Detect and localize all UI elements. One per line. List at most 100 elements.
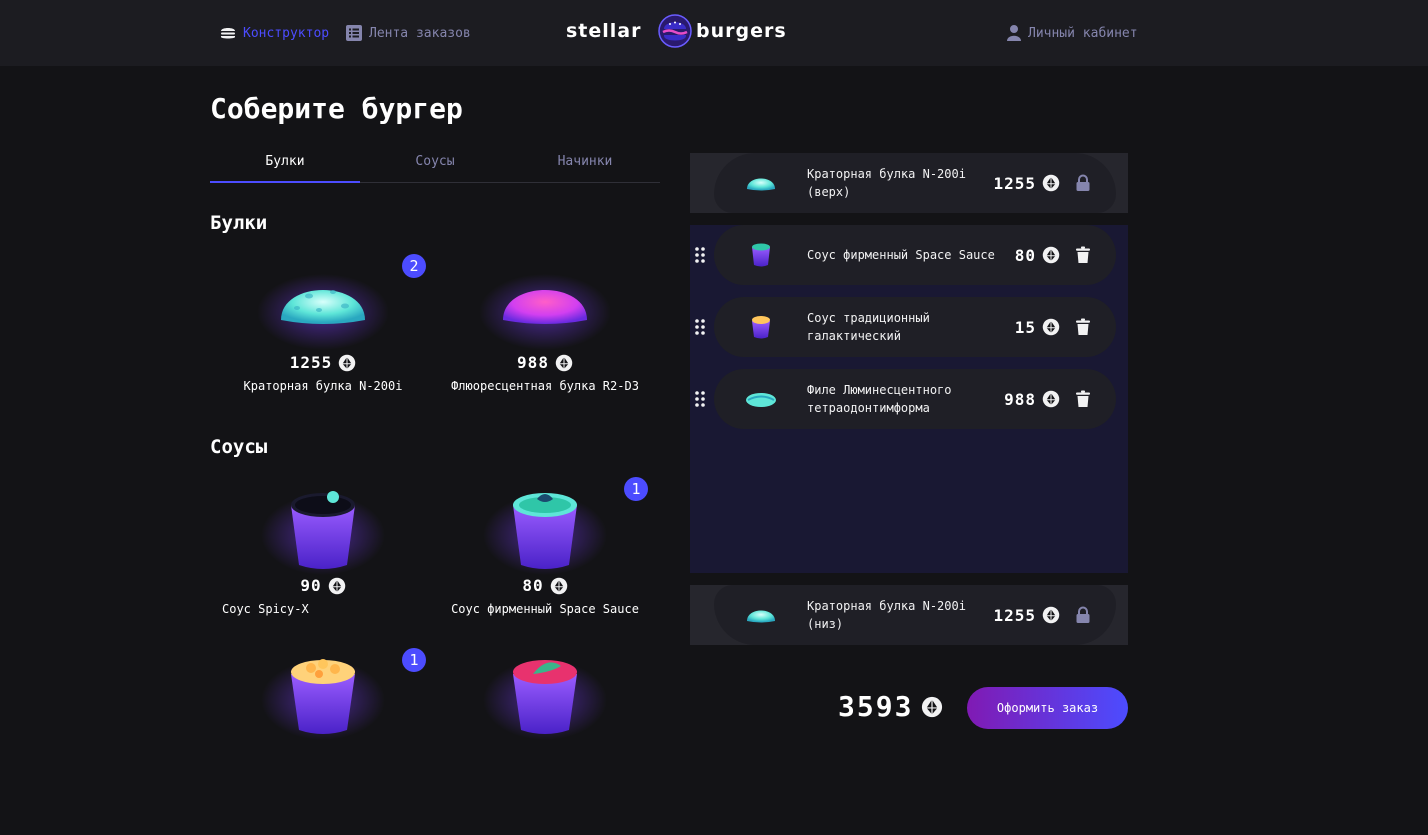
fluorescent-bun-image	[479, 274, 611, 350]
price-value: 988	[517, 353, 549, 372]
constructor-filling-row[interactable]: Филе Люминесцентного тетраодонтимформа 9…	[690, 369, 1128, 429]
constructor-element: Соус фирменный Space Sauce 80	[714, 225, 1116, 285]
constructor-fillings-list: Соус фирменный Space Sauce 80 Соус тради…	[690, 225, 1128, 573]
constructor-element: Соус традиционный галактический 15	[714, 297, 1116, 357]
ingredient-counter: 1	[402, 648, 426, 672]
price-value: 1255	[289, 353, 333, 372]
section-title-buns: Булки	[210, 212, 268, 234]
ingredient-card[interactable]: 80 Соус фирменный Space Sauce	[434, 485, 656, 645]
logo-text-right: burgers	[696, 20, 787, 42]
ingredient-tabs: Булки Соусы Начинки	[210, 142, 660, 183]
ingredient-name: Соус Spicy-X	[222, 602, 309, 616]
burger-icon	[221, 28, 235, 39]
currency-icon	[550, 577, 568, 595]
order-total-value: 3593	[838, 690, 914, 723]
place-order-button[interactable]: Оформить заказ	[967, 687, 1128, 729]
luminescent-fillet-thumbnail	[746, 393, 776, 407]
ingredient-price: 1255	[212, 353, 434, 372]
space-sauce-image	[483, 493, 607, 575]
crater-bun-image	[257, 274, 389, 350]
list-icon	[346, 25, 362, 41]
nav-orders-feed[interactable]: Лента заказов	[345, 22, 471, 44]
nav-profile[interactable]: Личный кабинет	[1006, 22, 1138, 44]
constructor-element-price: 15	[1015, 297, 1060, 357]
profile-icon	[1007, 25, 1021, 41]
section-title-sauces: Соусы	[210, 436, 268, 458]
price-value: 90	[300, 576, 322, 595]
currency-icon	[1042, 390, 1060, 408]
ingredient-counter: 1	[624, 477, 648, 501]
crater-bun-thumbnail	[747, 178, 775, 191]
nav-constructor[interactable]: Конструктор	[219, 22, 329, 44]
constructor-filling-row[interactable]: Соус фирменный Space Sauce 80	[690, 225, 1128, 285]
nav-constructor-label: Конструктор	[243, 25, 330, 41]
drag-handle-icon[interactable]	[693, 246, 707, 264]
drag-handle-icon[interactable]	[693, 390, 707, 408]
constructor-element: Филе Люминесцентного тетраодонтимформа 9…	[714, 369, 1116, 429]
constructor-filling-row[interactable]: Соус традиционный галактический 15	[690, 297, 1128, 357]
price-value: 1255	[993, 605, 1036, 625]
app-header: Конструктор Лента заказов stellar burger…	[0, 0, 1428, 66]
pink-sauce-image	[483, 660, 607, 740]
price-value: 988	[1004, 389, 1036, 409]
lock-icon	[1076, 174, 1090, 191]
ingredient-card[interactable]: 988 Флюоресцентная булка R2-D3	[434, 262, 656, 422]
price-value: 80	[1014, 245, 1036, 265]
constructor-element-price: 1255	[993, 585, 1060, 645]
ingredient-price: 80	[434, 576, 656, 595]
constructor-element-top-bun: Краторная булка N-200i (верх) 1255	[714, 153, 1116, 213]
drag-handle-icon[interactable]	[693, 318, 707, 336]
currency-icon	[338, 354, 356, 372]
order-total: 3593	[838, 690, 943, 723]
constructor-element-price: 1255	[993, 153, 1060, 213]
constructor-element-name: Соус традиционный галактический	[807, 311, 930, 343]
spicy-x-sauce-image	[261, 491, 385, 575]
currency-icon	[1042, 318, 1060, 336]
currency-icon	[328, 577, 346, 595]
crater-bun-thumbnail	[747, 610, 775, 623]
ingredient-price: 988	[434, 353, 656, 372]
ingredient-name: Флюоресцентная булка R2-D3	[451, 379, 639, 393]
currency-icon	[921, 696, 943, 718]
lock-icon	[1076, 606, 1090, 623]
currency-icon	[1042, 174, 1060, 192]
constructor-element-name: Краторная булка N-200i (верх)	[807, 167, 966, 199]
ingredient-card[interactable]: 90 Соус Spicy-X	[212, 485, 434, 645]
page-title: Соберите бургер	[210, 92, 463, 125]
price-value: 15	[1014, 317, 1036, 337]
tab-fillings[interactable]: Начинки	[510, 142, 660, 183]
price-value: 80	[522, 576, 544, 595]
traditional-sauce-thumbnail	[752, 316, 770, 339]
logo-text-left: stellar	[566, 20, 642, 42]
constructor-bottom-bun-row: Краторная булка N-200i (низ) 1255	[690, 585, 1128, 645]
constructor-element-name: Филе Люминесцентного тетраодонтимформа	[807, 383, 952, 415]
ingredient-name: Соус фирменный Space Sauce	[451, 602, 639, 616]
ingredient-card[interactable]	[434, 650, 656, 740]
ingredient-price: 90	[212, 576, 434, 595]
ingredient-name: Краторная булка N-200i	[243, 379, 403, 393]
traditional-sauce-image	[261, 659, 385, 740]
currency-icon	[1042, 246, 1060, 264]
ingredient-card[interactable]: 1255 Краторная булка N-200i	[212, 262, 434, 422]
currency-icon	[1042, 606, 1060, 624]
constructor-element-price: 80	[1015, 225, 1060, 285]
price-value: 1255	[993, 173, 1036, 193]
space-sauce-thumbnail	[752, 243, 770, 267]
constructor-element-name: Краторная булка N-200i (низ)	[807, 599, 966, 631]
constructor-element-price: 988	[1004, 369, 1060, 429]
tab-buns[interactable]: Булки	[210, 142, 360, 183]
logo-burger-icon	[658, 14, 692, 48]
ingredient-counter: 2	[402, 254, 426, 278]
constructor-element-name: Соус фирменный Space Sauce	[807, 248, 995, 262]
constructor-top-bun-row: Краторная булка N-200i (верх) 1255	[690, 153, 1128, 213]
trash-icon[interactable]	[1074, 246, 1092, 264]
nav-orders-feed-label: Лента заказов	[369, 25, 471, 41]
trash-icon[interactable]	[1074, 390, 1092, 408]
trash-icon[interactable]	[1074, 318, 1092, 336]
currency-icon	[555, 354, 573, 372]
stellar-burgers-logo[interactable]: stellar burgers	[566, 14, 786, 50]
constructor-element-bottom-bun: Краторная булка N-200i (низ) 1255	[714, 585, 1116, 645]
nav-profile-label: Личный кабинет	[1028, 25, 1138, 41]
tab-sauces[interactable]: Соусы	[360, 142, 510, 183]
ingredient-card[interactable]	[212, 650, 434, 740]
